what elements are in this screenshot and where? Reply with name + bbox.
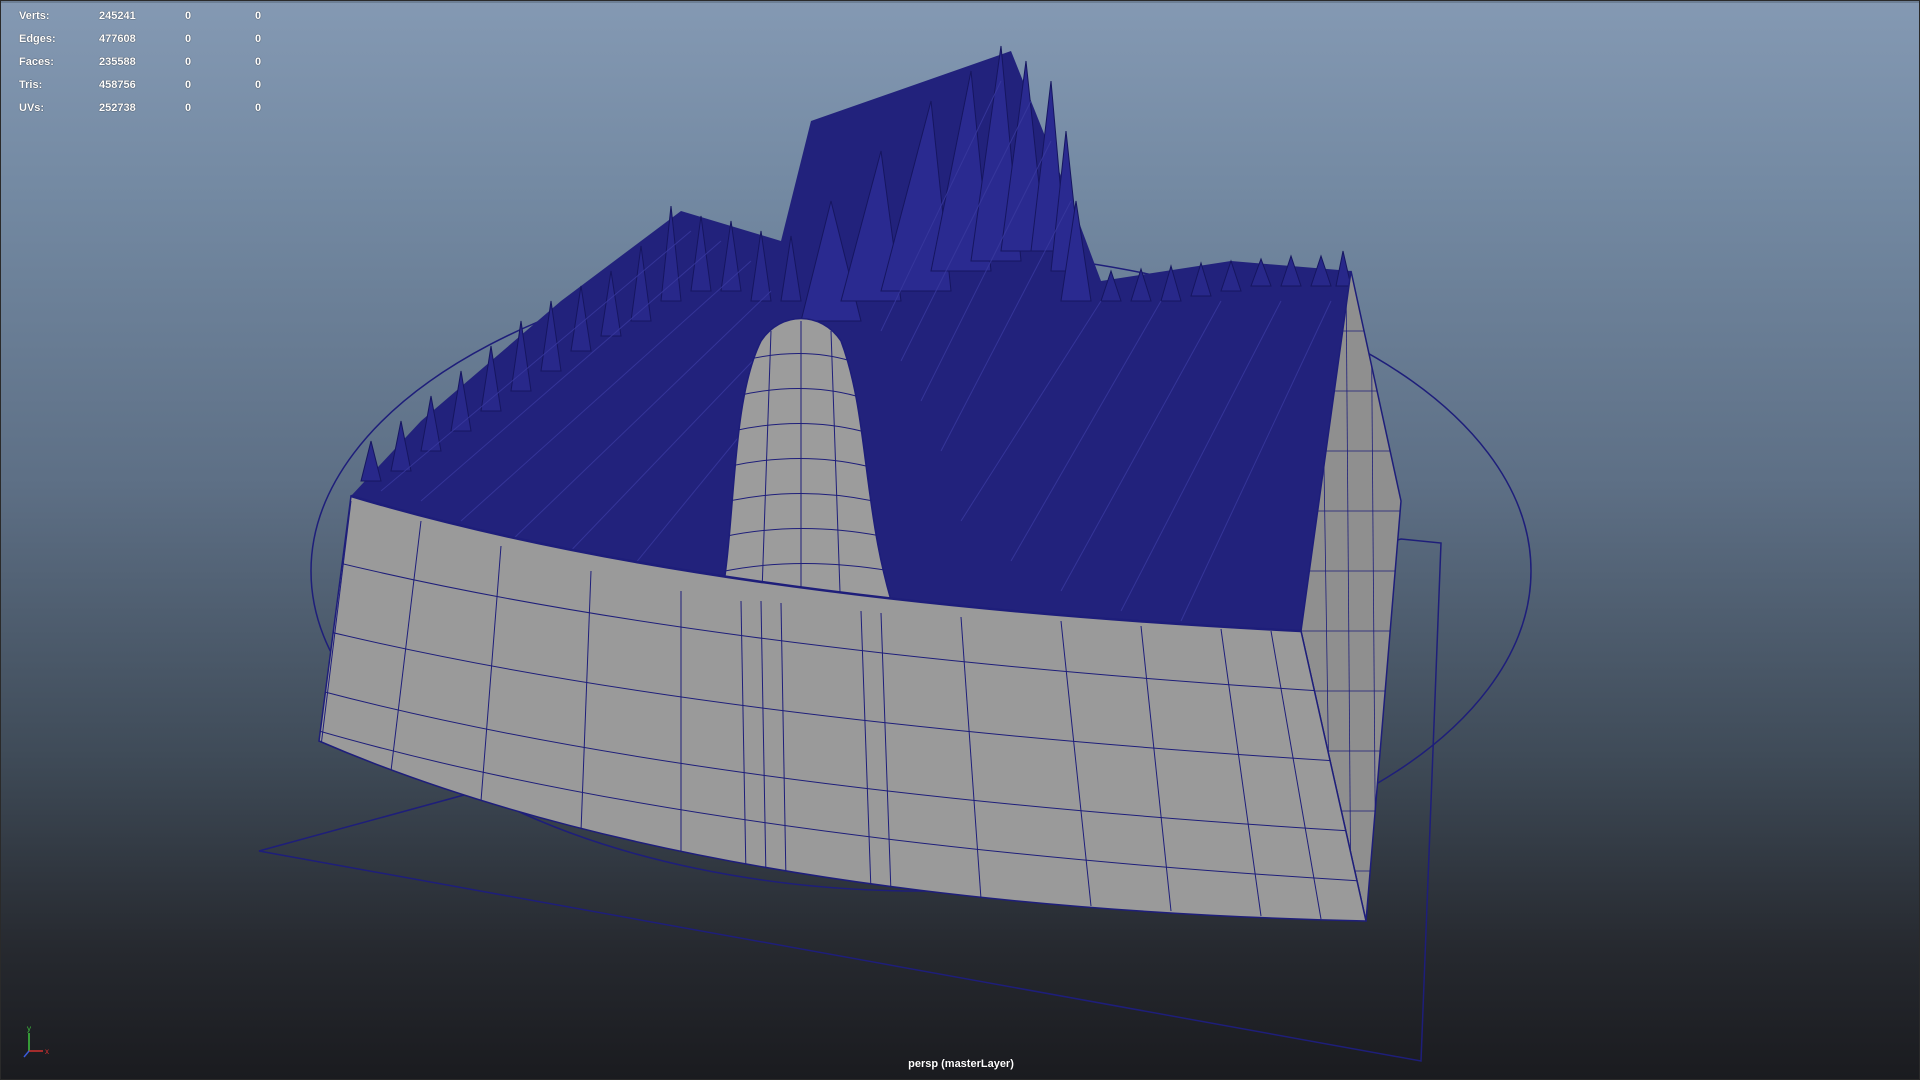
hud-value: 458756 xyxy=(99,78,136,91)
hud-value: 0 xyxy=(185,9,192,22)
axis-gizmo-icon: y x xyxy=(23,1024,49,1058)
hud-value: 245241 xyxy=(99,9,136,22)
hud-value: 0 xyxy=(185,32,192,45)
poly-count-hud: Verts: 245241 0 0 Edges: 477608 0 0 Face… xyxy=(19,4,295,119)
hud-row-verts: Verts: 245241 0 0 xyxy=(19,4,295,27)
scene-mesh[interactable] xyxy=(1,1,1920,1080)
camera-label: persp (masterLayer) xyxy=(908,1058,1014,1070)
hud-value: 0 xyxy=(255,78,262,91)
hud-value: 0 xyxy=(255,9,262,22)
hud-value: 252738 xyxy=(99,101,136,114)
hud-value: 0 xyxy=(185,55,192,68)
hud-label: Faces: xyxy=(19,55,54,68)
hud-label: Verts: xyxy=(19,9,50,22)
hud-value: 235588 xyxy=(99,55,136,68)
axis-y-label: y xyxy=(27,1024,31,1033)
hud-label: Edges: xyxy=(19,32,56,45)
hud-label: UVs: xyxy=(19,101,45,114)
3d-viewport[interactable]: Verts: 245241 0 0 Edges: 477608 0 0 Face… xyxy=(0,0,1920,1080)
hud-value: 0 xyxy=(185,101,192,114)
hud-value: 0 xyxy=(255,101,262,114)
hud-row-uvs: UVs: 252738 0 0 xyxy=(19,96,295,119)
hud-value: 0 xyxy=(255,55,262,68)
hud-value: 477608 xyxy=(99,32,136,45)
hud-row-faces: Faces: 235588 0 0 xyxy=(19,50,295,73)
hud-value: 0 xyxy=(255,32,262,45)
hud-value: 0 xyxy=(185,78,192,91)
hud-label: Tris: xyxy=(19,78,43,91)
hud-row-edges: Edges: 477608 0 0 xyxy=(19,27,295,50)
hud-row-tris: Tris: 458756 0 0 xyxy=(19,73,295,96)
axis-x-label: x xyxy=(45,1047,49,1056)
